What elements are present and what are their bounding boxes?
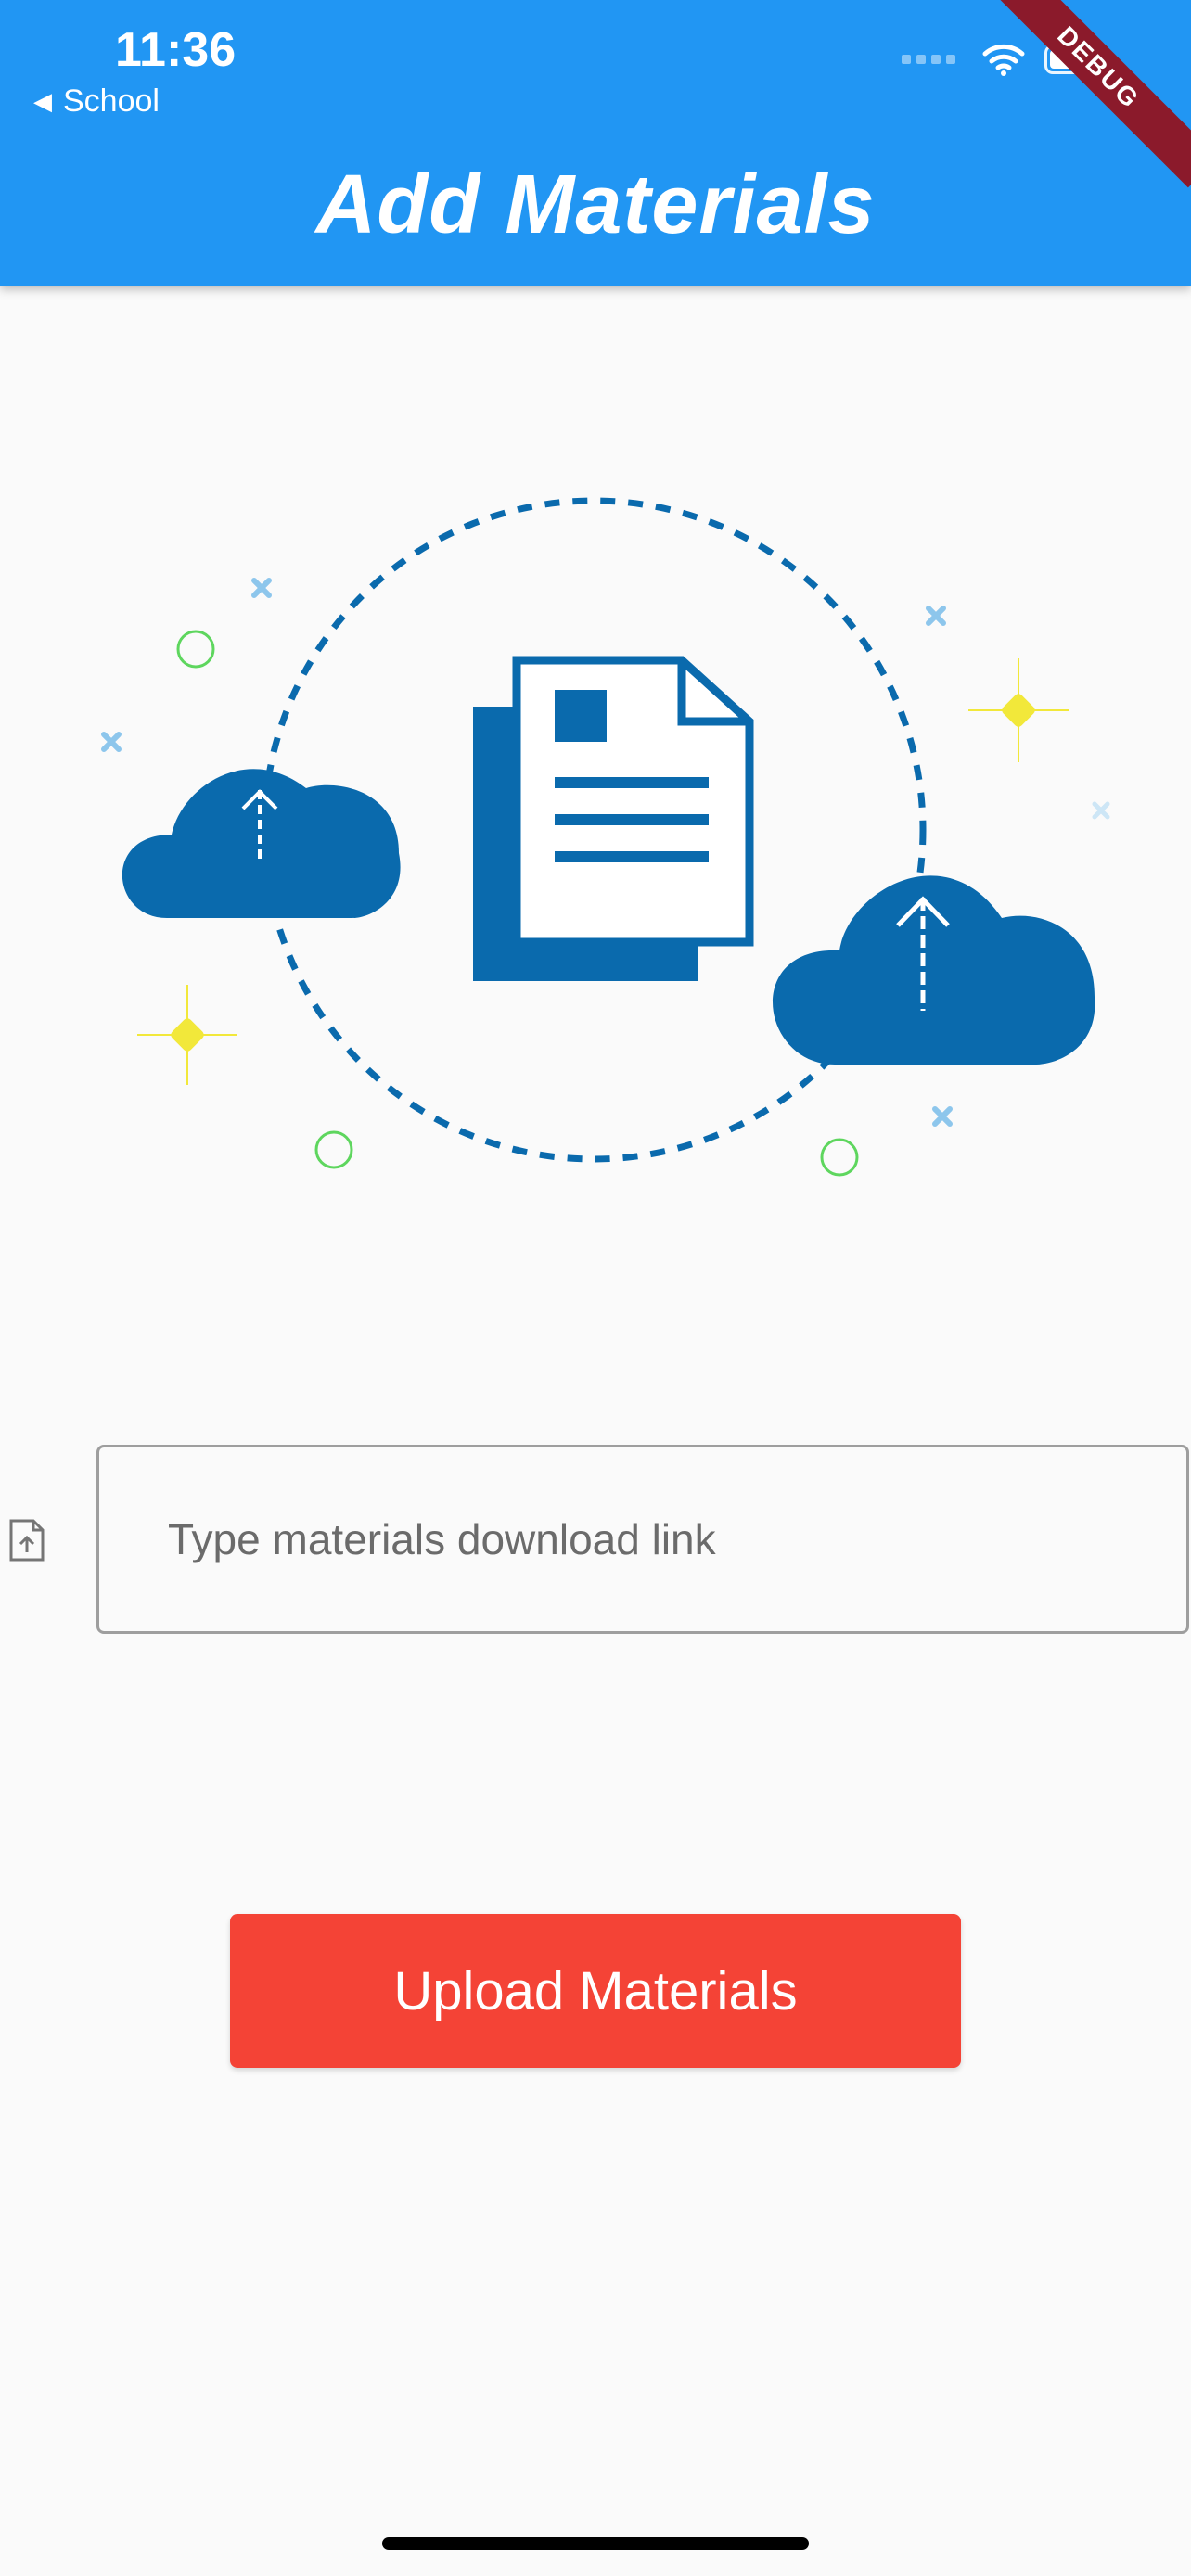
home-indicator[interactable] xyxy=(382,2537,809,2550)
cloud-upload-icon xyxy=(122,769,401,918)
status-time: 11:36 xyxy=(115,23,237,77)
upload-illustration xyxy=(101,497,1110,1177)
wifi-icon xyxy=(982,44,1025,76)
page-title: Add Materials xyxy=(315,159,876,251)
back-arrow-icon: ◀ xyxy=(33,87,52,115)
upload-materials-button[interactable]: Upload Materials xyxy=(230,1914,961,2068)
materials-link-input[interactable] xyxy=(166,1513,1186,1565)
attach-file-icon xyxy=(9,1519,45,1562)
document-icon xyxy=(473,656,754,981)
cloud-upload-icon-large xyxy=(773,875,1095,1065)
back-label: School xyxy=(63,83,160,119)
cellular-signal-icon xyxy=(902,55,955,64)
app-bar: 11:36 ◀ School Add Materials DEBUG xyxy=(0,0,1191,286)
back-to-school-button[interactable]: ◀ School xyxy=(33,83,160,120)
materials-link-field[interactable] xyxy=(96,1445,1189,1634)
